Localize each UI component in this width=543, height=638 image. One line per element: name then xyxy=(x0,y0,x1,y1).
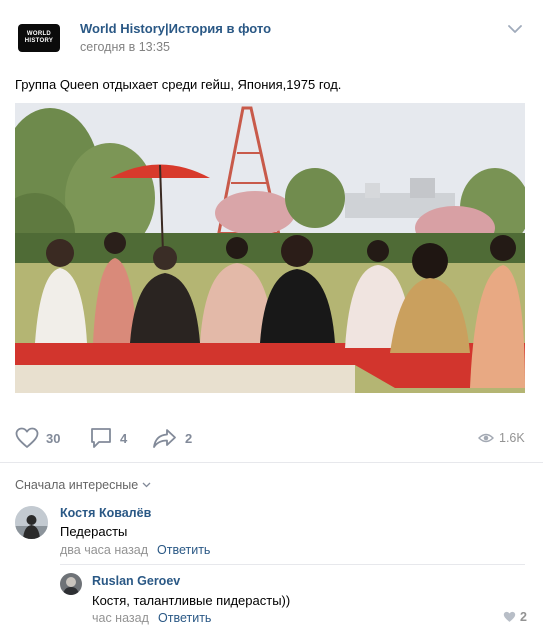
eye-icon xyxy=(478,433,494,443)
post-text: Группа Queen отдыхает среди гейш, Япония… xyxy=(15,77,342,92)
comment-timestamp[interactable]: два часа назад xyxy=(60,543,148,557)
reply-button[interactable]: Ответить xyxy=(157,543,210,557)
comments-count: 4 xyxy=(120,430,128,446)
share-button[interactable]: 2 xyxy=(152,420,192,456)
chevron-down-icon[interactable] xyxy=(508,24,522,34)
post-actions: 30 4 2 1.6K xyxy=(0,420,543,456)
photo-image xyxy=(15,103,525,393)
comment-author-link[interactable]: Костя Ковалёв xyxy=(60,506,151,520)
heart-icon xyxy=(503,611,516,622)
group-avatar[interactable]: WORLD HISTORY xyxy=(18,24,60,52)
comment-divider xyxy=(60,564,525,565)
reply-button[interactable]: Ответить xyxy=(158,611,211,625)
comment-icon xyxy=(91,428,111,448)
shares-count: 2 xyxy=(185,430,193,446)
comment-likes-count: 2 xyxy=(520,610,527,624)
section-divider xyxy=(0,462,543,463)
share-icon xyxy=(153,429,176,448)
like-button[interactable]: 30 xyxy=(15,420,60,456)
user-photo xyxy=(15,506,48,539)
comment-like-button[interactable]: 2 xyxy=(503,610,527,624)
comment-timestamp[interactable]: час назад xyxy=(92,611,149,625)
avatar[interactable] xyxy=(15,506,48,539)
post-timestamp[interactable]: сегодня в 13:35 xyxy=(80,40,170,54)
views-counter: 1.6K xyxy=(478,420,525,456)
comment-text: Педерасты xyxy=(60,524,128,539)
comment-author-link[interactable]: Ruslan Geroev xyxy=(92,574,180,588)
chevron-down-icon xyxy=(142,482,151,488)
sort-label: Сначала интересные xyxy=(15,478,139,492)
user-photo xyxy=(60,573,82,595)
views-count: 1.6K xyxy=(499,431,525,445)
post-photo[interactable] xyxy=(15,103,525,393)
comments-sort-dropdown[interactable]: Сначала интересные xyxy=(15,478,151,492)
logo-text-line2: HISTORY xyxy=(24,38,54,44)
avatar[interactable] xyxy=(60,573,82,595)
comment-text: Костя, талантливые пидерасты)) xyxy=(92,593,291,608)
comment-button[interactable]: 4 xyxy=(89,420,127,456)
post-header: WORLD HISTORY World History|История в фо… xyxy=(0,0,543,70)
likes-count: 30 xyxy=(46,430,61,446)
logo-text-line1: WORLD xyxy=(26,31,52,37)
post-author-link[interactable]: World History|История в фото xyxy=(80,21,271,36)
heart-icon xyxy=(15,427,39,448)
